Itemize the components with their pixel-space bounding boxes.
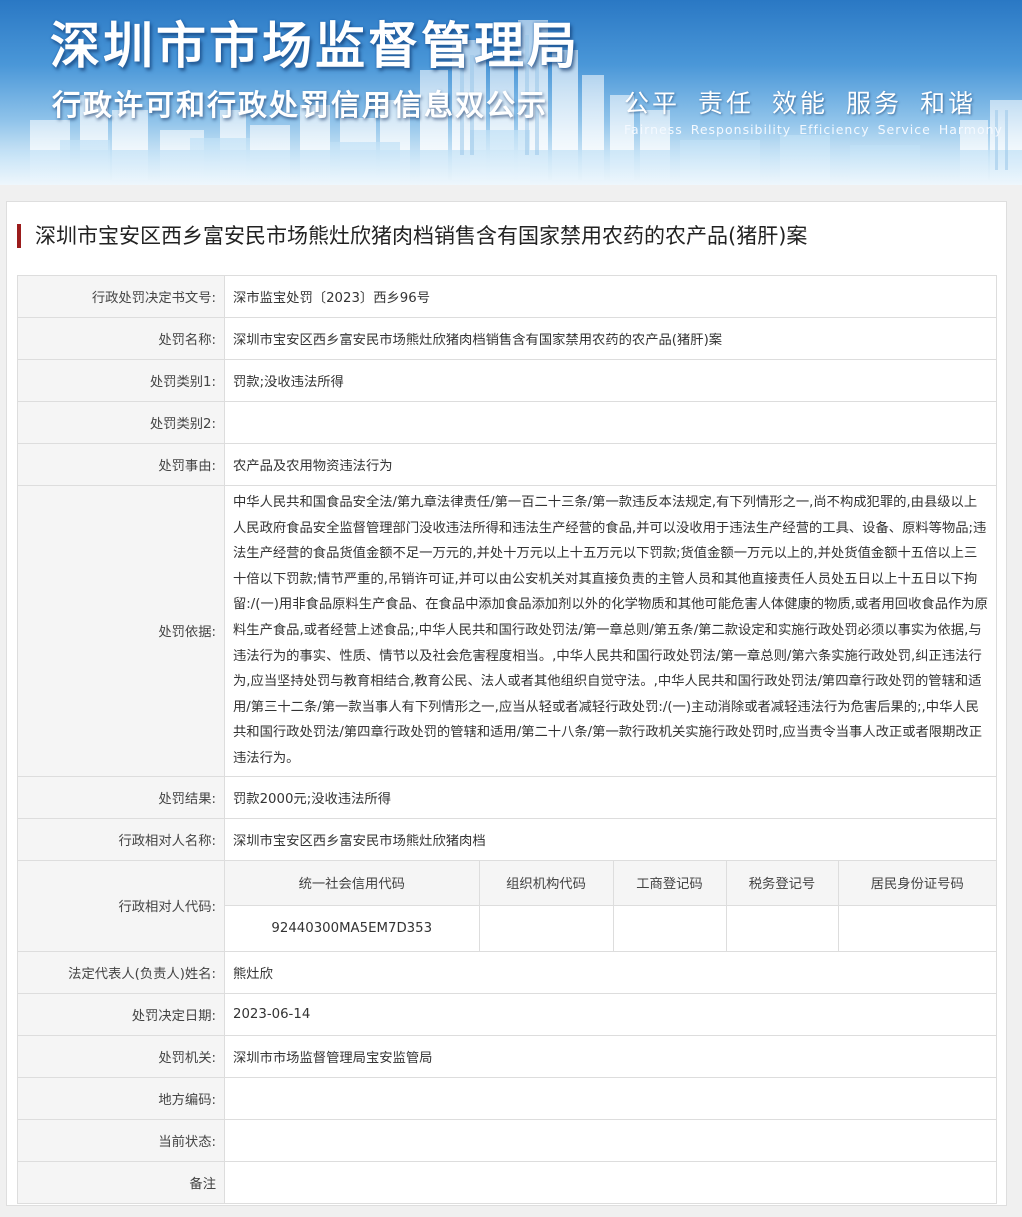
party-code-cell: 统一社会信用代码 组织机构代码 工商登记码 税务登记号 居民身份证号码 9244… xyxy=(224,859,997,952)
motto-chinese: 公平 责任 效能 服务 和谐 xyxy=(624,84,984,120)
column-header: 工商登记码 xyxy=(612,860,727,906)
column-header: 税务登记号 xyxy=(725,860,839,906)
motto: 公平 责任 效能 服务 和谐 Fairness Responsibility E… xyxy=(624,84,1002,137)
motto-word-en: Fairness xyxy=(624,122,683,137)
field-label: 处罚类别1: xyxy=(17,359,225,402)
field-label: 当前状态: xyxy=(17,1118,225,1162)
table-row: 处罚决定日期: 2023-06-14 xyxy=(17,992,997,1036)
category2-value xyxy=(224,401,997,444)
tax-reg-no-value xyxy=(725,904,839,951)
field-label: 处罚事由: xyxy=(17,443,225,486)
motto-english: Fairness Responsibility Efficiency Servi… xyxy=(624,122,1002,137)
motto-word-en: Harmony xyxy=(938,122,1003,137)
case-detail-panel: 深圳市宝安区西乡富安民市场熊灶欣猪肉档销售含有国家禁用农药的农产品(猪肝)案 行… xyxy=(6,201,1007,1206)
decision-date-value: 2023-06-14 xyxy=(224,992,997,1036)
field-label: 处罚名称: xyxy=(17,317,225,360)
region-code-value xyxy=(224,1076,997,1120)
field-label: 法定代表人(负责人)姓名: xyxy=(17,950,225,994)
table-row: 处罚机关: 深圳市市场监督管理局宝安监管局 xyxy=(17,1034,997,1078)
case-info-table: 行政处罚决定书文号: 深市监宝处罚〔2023〕西乡96号 处罚名称: 深圳市宝安… xyxy=(17,275,997,1204)
field-label: 行政相对人名称: xyxy=(17,817,225,861)
legal-basis-value: 中华人民共和国食品安全法/第九章法律责任/第一百二十三条/第一款违反本法规定,有… xyxy=(224,485,997,777)
motto-word-en: Service xyxy=(877,122,931,137)
party-code-table: 统一社会信用代码 组织机构代码 工商登记码 税务登记号 居民身份证号码 9244… xyxy=(225,860,996,951)
motto-word-en: Efficiency xyxy=(799,122,870,137)
category1-value: 罚款;没收违法所得 xyxy=(224,359,997,402)
system-title: 行政许可和行政处罚信用信息双公示 xyxy=(52,88,549,122)
reason-value: 农产品及农用物资违法行为 xyxy=(224,443,997,486)
column-header: 统一社会信用代码 xyxy=(225,860,480,906)
case-title: 深圳市宝安区西乡富安民市场熊灶欣猪肉档销售含有国家禁用农药的农产品(猪肝)案 xyxy=(17,224,807,248)
penalty-result-value: 罚款2000元;没收违法所得 xyxy=(224,775,997,819)
status-value xyxy=(224,1118,997,1162)
field-label: 处罚机关: xyxy=(17,1034,225,1078)
business-reg-code-value xyxy=(612,904,727,951)
table-row: 处罚结果: 罚款2000元;没收违法所得 xyxy=(17,775,997,819)
field-label: 处罚决定日期: xyxy=(17,992,225,1036)
penalty-name-value: 深圳市宝安区西乡富安民市场熊灶欣猪肉档销售含有国家禁用农药的农产品(猪肝)案 xyxy=(224,317,997,360)
agency-title: 深圳市市场监督管理局 xyxy=(50,17,580,75)
table-row: 地方编码: xyxy=(17,1076,997,1120)
decision-number-value: 深市监宝处罚〔2023〕西乡96号 xyxy=(224,275,997,318)
table-row: 处罚依据: 中华人民共和国食品安全法/第九章法律责任/第一百二十三条/第一款违反… xyxy=(17,485,997,777)
field-label: 行政相对人代码: xyxy=(17,859,225,952)
table-row: 处罚类别2: xyxy=(17,401,997,444)
id-card-no-value xyxy=(837,904,996,951)
motto-word: 责任 xyxy=(698,89,755,118)
credit-code-value: 92440300MA5EM7D353 xyxy=(225,904,480,951)
field-label: 行政处罚决定书文号: xyxy=(17,275,225,318)
field-label: 备注 xyxy=(17,1160,225,1204)
legal-rep-value: 熊灶欣 xyxy=(224,950,997,994)
org-code-value xyxy=(478,904,614,951)
motto-word: 服务 xyxy=(846,89,903,118)
field-label: 处罚结果: xyxy=(17,775,225,819)
column-header: 居民身份证号码 xyxy=(837,860,996,906)
table-row: 行政相对人名称: 深圳市宝安区西乡富安民市场熊灶欣猪肉档 xyxy=(17,817,997,861)
column-header: 组织机构代码 xyxy=(478,860,614,906)
table-row: 行政相对人代码: 统一社会信用代码 组织机构代码 工商登记码 税务登记号 居民身… xyxy=(17,859,997,952)
table-row: 行政处罚决定书文号: 深市监宝处罚〔2023〕西乡96号 xyxy=(17,275,997,318)
party-code-header-row: 统一社会信用代码 组织机构代码 工商登记码 税务登记号 居民身份证号码 xyxy=(225,860,996,906)
motto-word: 效能 xyxy=(772,89,829,118)
table-row: 处罚事由: 农产品及农用物资违法行为 xyxy=(17,443,997,486)
table-row: 处罚名称: 深圳市宝安区西乡富安民市场熊灶欣猪肉档销售含有国家禁用农药的农产品(… xyxy=(17,317,997,360)
table-row: 当前状态: xyxy=(17,1118,997,1162)
motto-word-en: Responsibility xyxy=(690,122,792,137)
party-code-value-row: 92440300MA5EM7D353 xyxy=(225,904,996,951)
motto-word: 公平 xyxy=(624,89,681,118)
field-label: 处罚依据: xyxy=(17,485,225,777)
motto-word: 和谐 xyxy=(920,89,977,118)
field-label: 处罚类别2: xyxy=(17,401,225,444)
party-name-value: 深圳市宝安区西乡富安民市场熊灶欣猪肉档 xyxy=(224,817,997,861)
table-row: 法定代表人(负责人)姓名: 熊灶欣 xyxy=(17,950,997,994)
authority-value: 深圳市市场监督管理局宝安监管局 xyxy=(224,1034,997,1078)
table-row: 处罚类别1: 罚款;没收违法所得 xyxy=(17,359,997,402)
field-label: 地方编码: xyxy=(17,1076,225,1120)
header-banner: 深圳市市场监督管理局 行政许可和行政处罚信用信息双公示 公平 责任 效能 服务 … xyxy=(0,0,1022,185)
remark-value xyxy=(224,1160,997,1204)
table-row: 备注 xyxy=(17,1160,997,1204)
